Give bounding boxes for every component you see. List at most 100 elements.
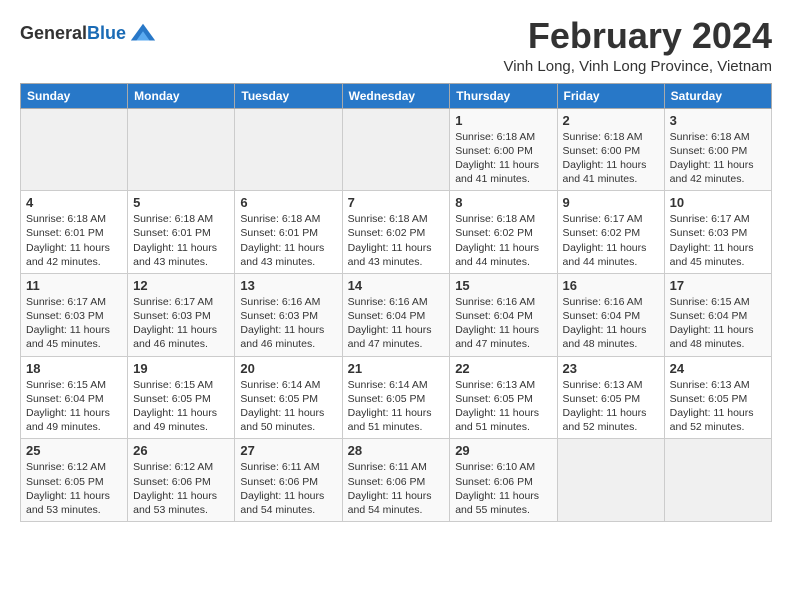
calendar-cell: 13Sunrise: 6:16 AM Sunset: 6:03 PM Dayli…	[235, 273, 342, 356]
day-info: Sunrise: 6:17 AM Sunset: 6:03 PM Dayligh…	[26, 295, 122, 352]
day-info: Sunrise: 6:18 AM Sunset: 6:00 PM Dayligh…	[563, 130, 659, 187]
calendar-cell	[21, 108, 128, 191]
day-info: Sunrise: 6:16 AM Sunset: 6:03 PM Dayligh…	[240, 295, 336, 352]
calendar-cell: 15 Sunrise: 6:16 AM Sunset: 6:04 PM Dayli…	[450, 273, 557, 356]
calendar-week-2: 4 Sunrise: 6:18 AM Sunset: 6:01 PM Daylig…	[21, 191, 772, 274]
day-info: Sunrise: 6:15 AM Sunset: 6:04 PM Dayligh…	[670, 295, 766, 352]
day-info: Sunrise: 6:18 AM Sunset: 6:01 PM Dayligh…	[133, 212, 229, 269]
day-number: 2	[563, 113, 659, 128]
calendar-cell: 11 Sunrise: 6:17 AM Sunset: 6:03 PM Dayli…	[21, 273, 128, 356]
day-header-monday: Monday	[128, 83, 235, 108]
day-info: Sunrise: 6:18 AM Sunset: 6:02 PM Dayligh…	[455, 212, 551, 269]
calendar-cell: 12Sunrise: 6:17 AM Sunset: 6:03 PM Dayli…	[128, 273, 235, 356]
calendar-cell: 25Sunrise: 6:12 AM Sunset: 6:05 PM Dayli…	[21, 439, 128, 522]
calendar-cell: 20 Sunrise: 6:14 AM Sunset: 6:05 PM Dayli…	[235, 356, 342, 439]
day-info: Sunrise: 6:15 AM Sunset: 6:05 PM Dayligh…	[133, 378, 229, 435]
calendar-cell: 1Sunrise: 6:18 AM Sunset: 6:00 PM Daylig…	[450, 108, 557, 191]
calendar-header-row: SundayMondayTuesdayWednesdayThursdayFrid…	[21, 83, 772, 108]
day-info: Sunrise: 6:12 AM Sunset: 6:06 PM Dayligh…	[133, 460, 229, 517]
day-number: 20	[240, 361, 336, 376]
calendar-cell	[557, 439, 664, 522]
calendar-cell: 23 Sunrise: 6:13 AM Sunset: 6:05 PM Dayli…	[557, 356, 664, 439]
day-number: 15	[455, 278, 551, 293]
day-info: Sunrise: 6:10 AM Sunset: 6:06 PM Dayligh…	[455, 460, 551, 517]
calendar-cell: 2 Sunrise: 6:18 AM Sunset: 6:00 PM Daylig…	[557, 108, 664, 191]
calendar-cell: 17Sunrise: 6:15 AM Sunset: 6:04 PM Dayli…	[664, 273, 771, 356]
day-info: Sunrise: 6:11 AM Sunset: 6:06 PM Dayligh…	[348, 460, 445, 517]
title-block: February 2024 Vinh Long, Vinh Long Provi…	[503, 16, 772, 75]
calendar-header: SundayMondayTuesdayWednesdayThursdayFrid…	[21, 83, 772, 108]
day-header-friday: Friday	[557, 83, 664, 108]
day-info: Sunrise: 6:16 AM Sunset: 6:04 PM Dayligh…	[455, 295, 551, 352]
day-info: Sunrise: 6:18 AM Sunset: 6:00 PM Dayligh…	[455, 130, 551, 187]
day-header-thursday: Thursday	[450, 83, 557, 108]
day-number: 26	[133, 443, 229, 458]
calendar-cell	[664, 439, 771, 522]
day-number: 22	[455, 361, 551, 376]
day-number: 10	[670, 195, 766, 210]
calendar-cell: 16 Sunrise: 6:16 AM Sunset: 6:04 PM Dayli…	[557, 273, 664, 356]
day-number: 6	[240, 195, 336, 210]
day-number: 3	[670, 113, 766, 128]
calendar-week-4: 18Sunrise: 6:15 AM Sunset: 6:04 PM Dayli…	[21, 356, 772, 439]
day-info: Sunrise: 6:14 AM Sunset: 6:05 PM Dayligh…	[240, 378, 336, 435]
calendar-week-5: 25Sunrise: 6:12 AM Sunset: 6:05 PM Dayli…	[21, 439, 772, 522]
subtitle: Vinh Long, Vinh Long Province, Vietnam	[503, 58, 772, 75]
day-header-wednesday: Wednesday	[342, 83, 450, 108]
day-info: Sunrise: 6:14 AM Sunset: 6:05 PM Dayligh…	[348, 378, 445, 435]
day-number: 11	[26, 278, 122, 293]
day-number: 27	[240, 443, 336, 458]
day-info: Sunrise: 6:18 AM Sunset: 6:01 PM Dayligh…	[240, 212, 336, 269]
day-info: Sunrise: 6:13 AM Sunset: 6:05 PM Dayligh…	[455, 378, 551, 435]
day-number: 29	[455, 443, 551, 458]
day-info: Sunrise: 6:13 AM Sunset: 6:05 PM Dayligh…	[563, 378, 659, 435]
calendar-week-1: 1Sunrise: 6:18 AM Sunset: 6:00 PM Daylig…	[21, 108, 772, 191]
calendar-cell: 22 Sunrise: 6:13 AM Sunset: 6:05 PM Dayli…	[450, 356, 557, 439]
calendar-cell	[128, 108, 235, 191]
day-header-sunday: Sunday	[21, 83, 128, 108]
calendar-cell: 14Sunrise: 6:16 AM Sunset: 6:04 PM Dayli…	[342, 273, 450, 356]
main-title: February 2024	[503, 16, 772, 56]
day-info: Sunrise: 6:18 AM Sunset: 6:01 PM Dayligh…	[26, 212, 122, 269]
logo: GeneralBlue	[20, 20, 157, 48]
calendar-cell: 19 Sunrise: 6:15 AM Sunset: 6:05 PM Dayli…	[128, 356, 235, 439]
logo-icon	[129, 20, 157, 48]
day-number: 5	[133, 195, 229, 210]
logo-blue-text: Blue	[87, 23, 126, 43]
day-number: 9	[563, 195, 659, 210]
calendar-cell: 4 Sunrise: 6:18 AM Sunset: 6:01 PM Daylig…	[21, 191, 128, 274]
calendar-cell: 29 Sunrise: 6:10 AM Sunset: 6:06 PM Dayli…	[450, 439, 557, 522]
day-info: Sunrise: 6:17 AM Sunset: 6:02 PM Dayligh…	[563, 212, 659, 269]
calendar-body: 1Sunrise: 6:18 AM Sunset: 6:00 PM Daylig…	[21, 108, 772, 521]
day-info: Sunrise: 6:13 AM Sunset: 6:05 PM Dayligh…	[670, 378, 766, 435]
day-number: 18	[26, 361, 122, 376]
day-info: Sunrise: 6:18 AM Sunset: 6:00 PM Dayligh…	[670, 130, 766, 187]
calendar-cell: 18Sunrise: 6:15 AM Sunset: 6:04 PM Dayli…	[21, 356, 128, 439]
day-info: Sunrise: 6:17 AM Sunset: 6:03 PM Dayligh…	[133, 295, 229, 352]
day-number: 19	[133, 361, 229, 376]
calendar-week-3: 11 Sunrise: 6:17 AM Sunset: 6:03 PM Dayli…	[21, 273, 772, 356]
day-number: 28	[348, 443, 445, 458]
header: GeneralBlue February 2024 Vinh Long, Vin…	[20, 16, 772, 75]
day-number: 16	[563, 278, 659, 293]
calendar-cell: 7Sunrise: 6:18 AM Sunset: 6:02 PM Daylig…	[342, 191, 450, 274]
calendar-cell: 26 Sunrise: 6:12 AM Sunset: 6:06 PM Dayli…	[128, 439, 235, 522]
calendar-cell: 8 Sunrise: 6:18 AM Sunset: 6:02 PM Daylig…	[450, 191, 557, 274]
day-info: Sunrise: 6:16 AM Sunset: 6:04 PM Dayligh…	[563, 295, 659, 352]
day-info: Sunrise: 6:11 AM Sunset: 6:06 PM Dayligh…	[240, 460, 336, 517]
calendar-cell: 27 Sunrise: 6:11 AM Sunset: 6:06 PM Dayli…	[235, 439, 342, 522]
calendar-cell	[235, 108, 342, 191]
day-number: 21	[348, 361, 445, 376]
calendar-cell: 5 Sunrise: 6:18 AM Sunset: 6:01 PM Daylig…	[128, 191, 235, 274]
calendar-cell: 21 Sunrise: 6:14 AM Sunset: 6:05 PM Dayli…	[342, 356, 450, 439]
calendar-cell: 6 Sunrise: 6:18 AM Sunset: 6:01 PM Daylig…	[235, 191, 342, 274]
day-number: 8	[455, 195, 551, 210]
calendar-cell: 3 Sunrise: 6:18 AM Sunset: 6:00 PM Daylig…	[664, 108, 771, 191]
day-number: 4	[26, 195, 122, 210]
day-info: Sunrise: 6:12 AM Sunset: 6:05 PM Dayligh…	[26, 460, 122, 517]
day-number: 7	[348, 195, 445, 210]
day-number: 14	[348, 278, 445, 293]
logo-general-text: General	[20, 23, 87, 43]
day-number: 23	[563, 361, 659, 376]
calendar-table: SundayMondayTuesdayWednesdayThursdayFrid…	[20, 83, 772, 522]
